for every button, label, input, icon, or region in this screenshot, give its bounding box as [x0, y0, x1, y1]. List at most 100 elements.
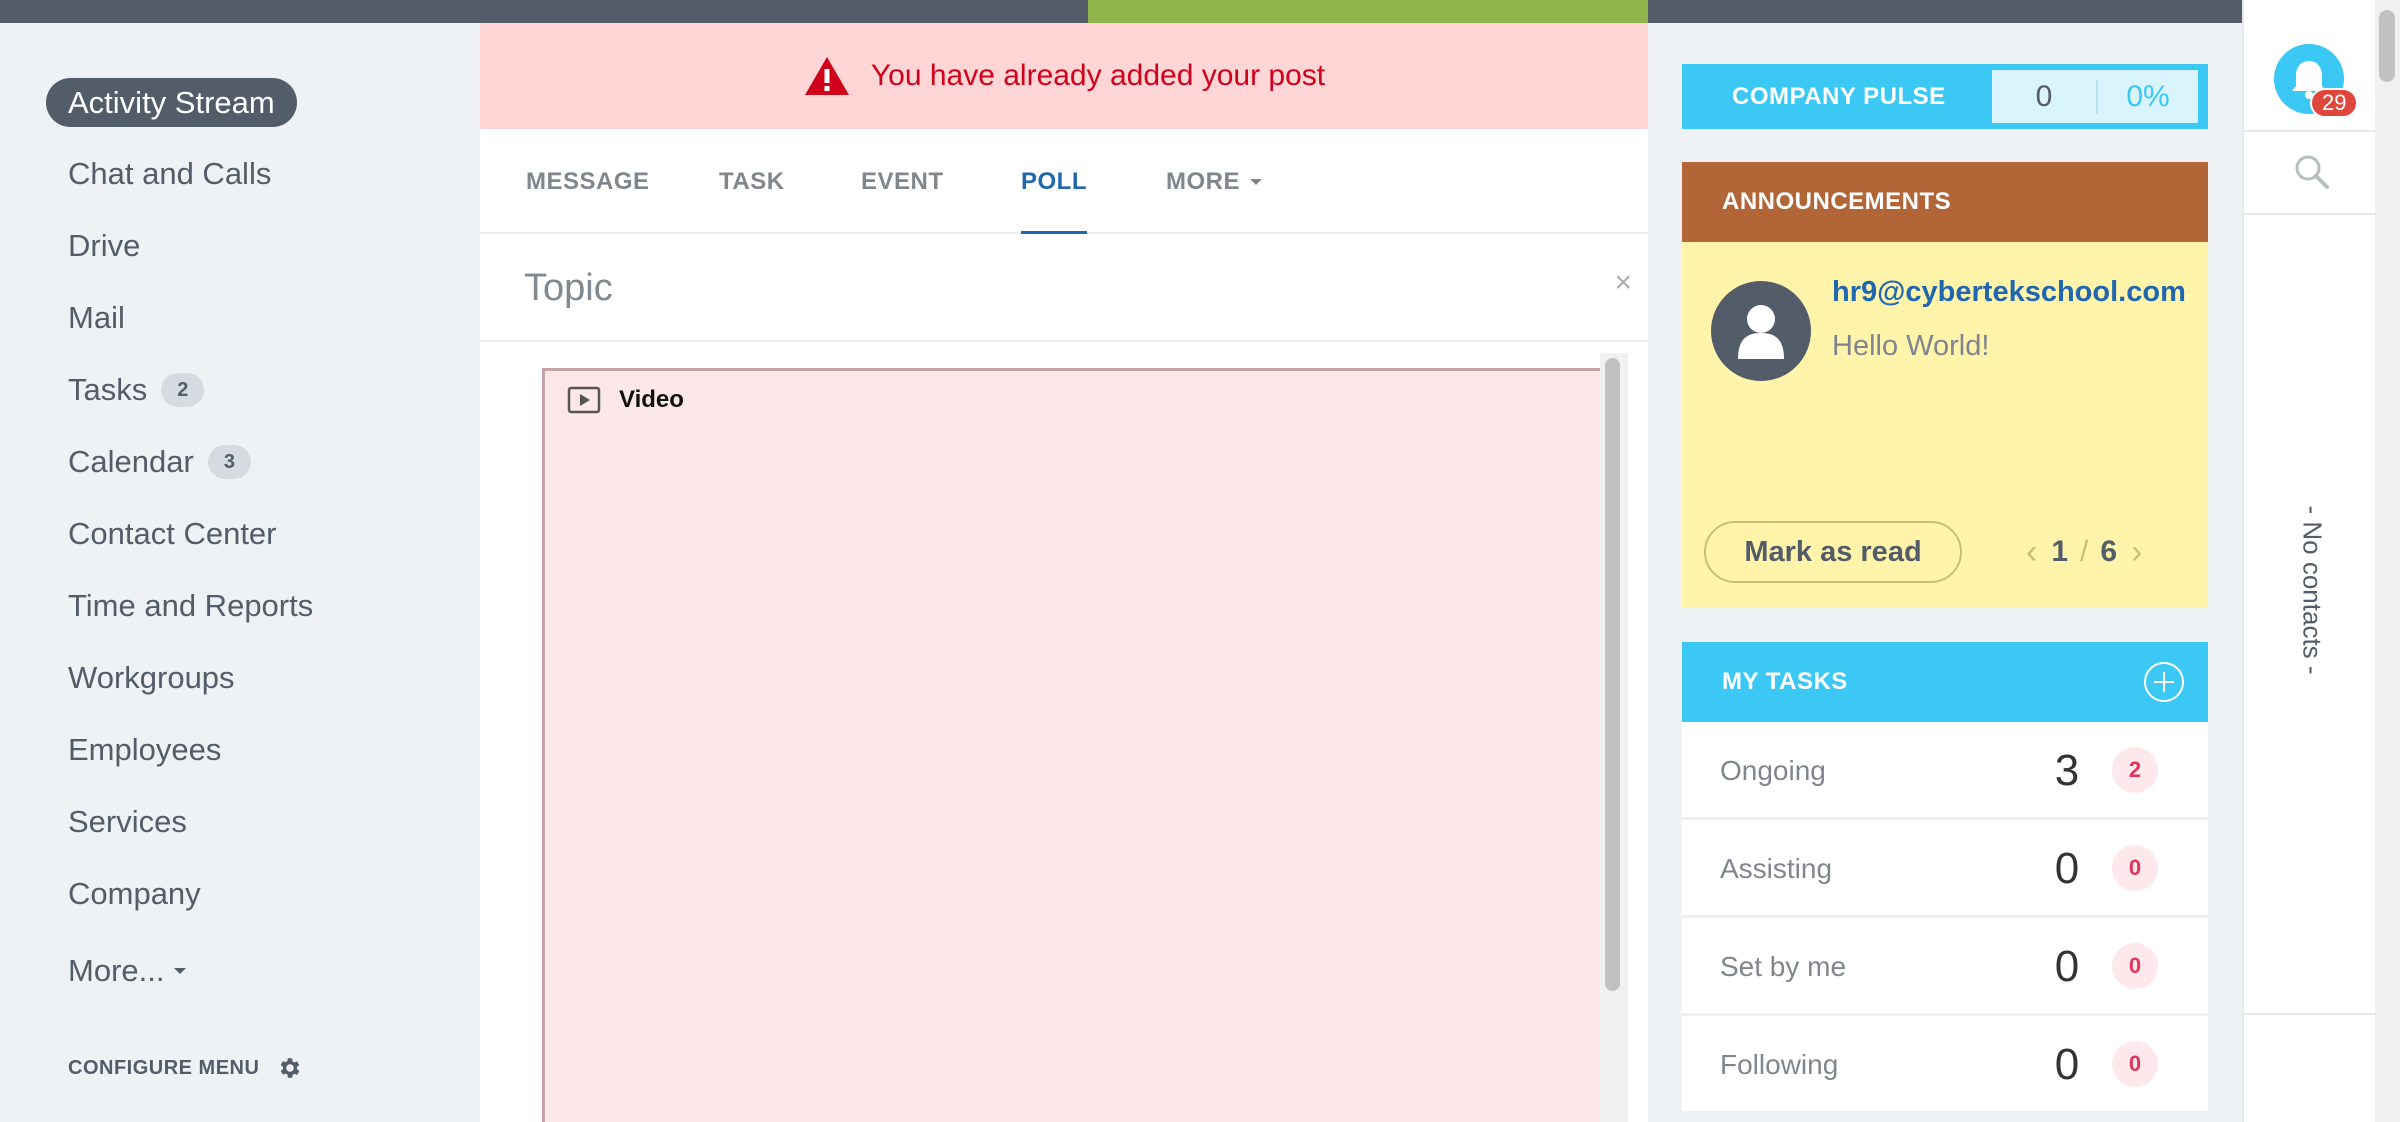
menu-item-label: Company: [68, 876, 201, 911]
menu-item-label: Contact Center: [68, 516, 277, 551]
task-row-count: 0: [2054, 941, 2080, 991]
top-bar-accent: [1088, 0, 1648, 23]
menu-item-more[interactable]: More...: [68, 945, 187, 997]
user-silhouette-icon: [1738, 305, 1784, 359]
menu-item-calendar[interactable]: Calendar 3: [68, 436, 251, 488]
menu-item-label: Time and Reports: [68, 588, 314, 623]
menu-item-contact-center[interactable]: Contact Center: [68, 508, 277, 560]
menu-item-time-and-reports[interactable]: Time and Reports: [68, 580, 313, 632]
chevron-down-icon: [1250, 178, 1262, 185]
alert-text: You have already added your post: [870, 59, 1326, 92]
menu-item-mail[interactable]: Mail: [68, 292, 125, 344]
menu-item-company[interactable]: Company: [68, 868, 201, 920]
tab-message[interactable]: MESSAGE: [526, 129, 650, 234]
tab-more[interactable]: MORE: [1166, 129, 1262, 234]
editor-scrollbar-thumb[interactable]: [1605, 358, 1620, 991]
tab-task[interactable]: TASK: [719, 129, 785, 234]
video-label: Video: [567, 386, 684, 414]
tab-label: MESSAGE: [526, 167, 650, 195]
task-row-badge: 0: [2112, 1041, 2158, 1087]
menu-item-label: More...: [68, 953, 165, 988]
chevron-down-icon: [174, 968, 187, 974]
menu-item-workgroups[interactable]: Workgroups: [68, 652, 235, 704]
announcement-card: hr9@cybertekschool.com Hello World! Mark…: [1682, 242, 2208, 607]
tab-event[interactable]: EVENT: [861, 129, 944, 234]
my-tasks-header: MY TASKS: [1682, 642, 2208, 722]
configure-menu-button[interactable]: CONFIGURE MENU: [68, 1055, 303, 1081]
task-row-label: Following: [1720, 1048, 1839, 1080]
task-row-label: Assisting: [1720, 852, 1833, 884]
task-row-label: Ongoing: [1720, 754, 1826, 786]
tab-label: POLL: [1021, 167, 1087, 195]
task-row-following[interactable]: Following 0 0: [1682, 1016, 2208, 1113]
chevron-right-icon[interactable]: ›: [2131, 533, 2142, 572]
video-block[interactable]: Video: [542, 368, 1600, 1122]
menu-item-employees[interactable]: Employees: [68, 724, 221, 776]
task-row-badge: 0: [2112, 845, 2158, 891]
company-pulse-value: 0: [1992, 79, 2098, 114]
warning-triangle-icon: [804, 57, 849, 95]
divider: [2244, 1013, 2377, 1015]
menu-item-label: Workgroups: [68, 660, 235, 695]
announcement-text: Hello World!: [1832, 330, 1990, 362]
topic-placeholder: Topic: [524, 266, 613, 309]
pager-separator: /: [2080, 535, 2089, 568]
play-video-icon: [567, 386, 601, 414]
tab-label: EVENT: [861, 167, 944, 195]
menu-item-label: Drive: [68, 228, 141, 263]
task-row-assisting[interactable]: Assisting 0 0: [1682, 820, 2208, 917]
left-menu: Activity Stream Chat and Calls Drive Mai…: [0, 23, 480, 1122]
menu-item-chat-and-calls[interactable]: Chat and Calls: [68, 148, 271, 200]
menu-item-services[interactable]: Services: [68, 796, 187, 848]
divider: [2244, 130, 2377, 132]
error-alert: You have already added your post: [480, 23, 1648, 129]
gear-icon: [281, 1058, 300, 1078]
pager-total: 6: [2100, 535, 2118, 568]
search-icon: [2295, 155, 2329, 189]
composer-tabs: MESSAGE TASK EVENT POLL MORE: [480, 129, 1648, 234]
task-row-count: 3: [2054, 745, 2080, 795]
topic-field[interactable]: Topic ×: [480, 234, 1648, 342]
my-tasks-title: MY TASKS: [1722, 668, 1848, 695]
menu-item-drive[interactable]: Drive: [68, 220, 140, 272]
post-composer: You have already added your post MESSAGE…: [480, 23, 1648, 1122]
announcement-author-link[interactable]: hr9@cybertekschool.com: [1832, 276, 2186, 309]
pager-current: 1: [2051, 535, 2069, 568]
menu-item-label: Mail: [68, 300, 125, 335]
add-task-icon[interactable]: [2144, 662, 2184, 702]
task-row-label: Set by me: [1720, 950, 1847, 982]
top-bar: [0, 0, 2400, 23]
right-widgets: COMPANY PULSE 0 0% ANNOUNCEMENTS hr9@cyb…: [1648, 23, 2242, 1122]
page-scrollbar[interactable]: [2375, 0, 2400, 1122]
video-label-text: Video: [619, 386, 684, 413]
no-contacts-text: - No contacts -: [2297, 505, 2328, 675]
company-pulse[interactable]: COMPANY PULSE 0 0%: [1682, 64, 2208, 129]
search-button[interactable]: [2292, 152, 2332, 197]
contacts-sidebar: 29 - No contacts -: [2242, 0, 2377, 1122]
task-row-ongoing[interactable]: Ongoing 3 2: [1682, 722, 2208, 819]
menu-item-label: Activity Stream: [68, 84, 275, 120]
task-row-set-by-me[interactable]: Set by me 0 0: [1682, 918, 2208, 1015]
page-scrollbar-thumb[interactable]: [2379, 10, 2395, 82]
chevron-left-icon[interactable]: ‹: [2026, 533, 2037, 572]
tab-poll[interactable]: POLL: [1021, 129, 1087, 234]
tab-label: MORE: [1166, 167, 1240, 195]
menu-item-label: Tasks: [68, 372, 148, 407]
notification-count-badge: 29: [2310, 88, 2359, 118]
company-pulse-label: COMPANY PULSE: [1732, 82, 1946, 110]
task-row-badge: 0: [2112, 943, 2158, 989]
announcements-title: ANNOUNCEMENTS: [1722, 188, 1952, 215]
close-icon[interactable]: ×: [1614, 266, 1632, 300]
company-pulse-percent: 0%: [2126, 79, 2170, 113]
announcement-pager: ‹ 1 / 6 ›: [2026, 527, 2142, 577]
mark-as-read-button[interactable]: Mark as read: [1704, 521, 1962, 583]
menu-item-label: Calendar: [68, 444, 194, 479]
menu-item-label: Chat and Calls: [68, 156, 272, 191]
avatar[interactable]: [1711, 281, 1811, 381]
menu-item-activity-stream[interactable]: Activity Stream: [46, 78, 297, 127]
company-pulse-values: 0 0%: [1992, 70, 2198, 123]
task-row-count: 0: [2054, 1039, 2080, 1089]
task-row-count: 0: [2054, 843, 2080, 893]
menu-item-tasks[interactable]: Tasks 2: [68, 364, 205, 416]
tasks-count-badge: 2: [161, 373, 205, 407]
